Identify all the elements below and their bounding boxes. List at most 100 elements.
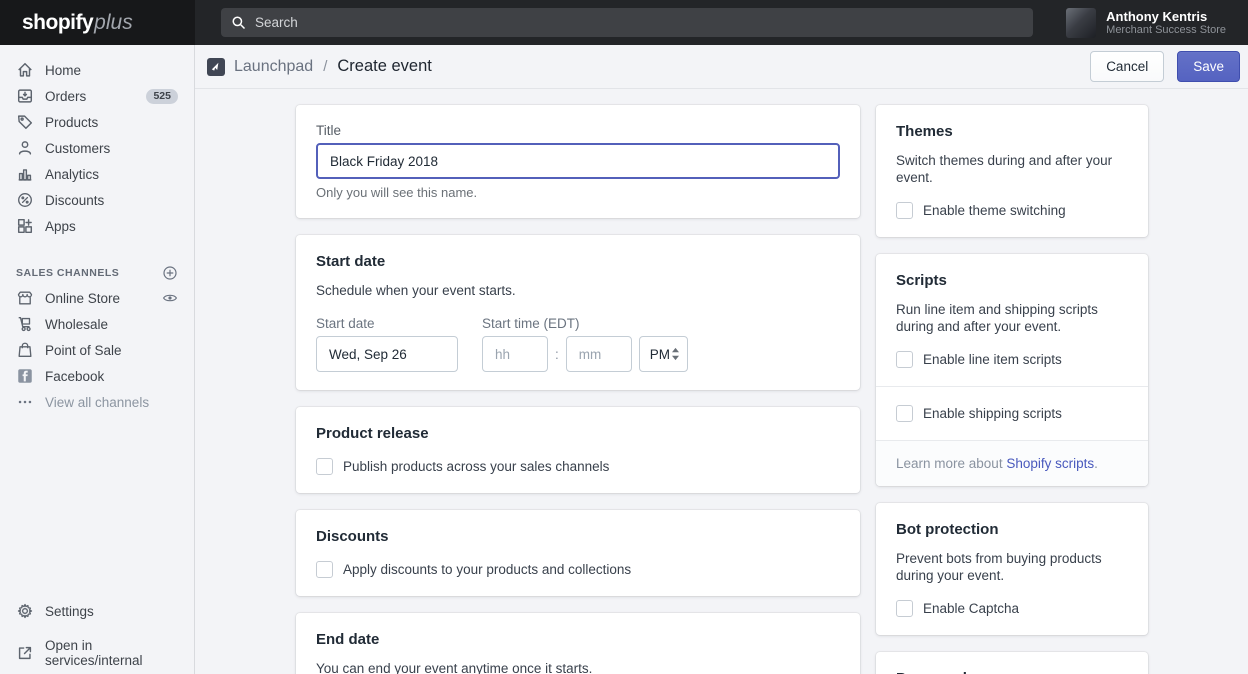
content-area: Title Only you will see this name. Start… [195, 89, 1248, 674]
sidebar-item-online-store[interactable]: Online Store [0, 285, 194, 311]
checkbox[interactable] [316, 458, 333, 475]
checkbox-label: Enable Captcha [923, 601, 1019, 616]
card-title: Start date [316, 253, 840, 270]
product-release-card: Product release Publish products across … [296, 407, 860, 493]
sidebar-item-orders[interactable]: Orders 525 [0, 83, 194, 109]
gear-icon [16, 602, 34, 620]
title-help-text: Only you will see this name. [316, 185, 840, 200]
breadcrumb-launchpad[interactable]: Launchpad [234, 58, 313, 76]
sidebar-item-label: Point of Sale [45, 343, 122, 358]
title-card: Title Only you will see this name. [296, 105, 860, 218]
sidebar-item-label: Customers [45, 141, 110, 156]
themes-card: Themes Switch themes during and after yo… [876, 105, 1148, 237]
enable-shipping-scripts-checkbox-row[interactable]: Enable shipping scripts [896, 405, 1128, 422]
logo-shopify: shopify [22, 11, 93, 35]
logo-plus: plus [94, 11, 133, 35]
customers-icon [16, 139, 34, 157]
sidebar-item-settings[interactable]: Settings [0, 598, 194, 624]
wholesale-icon [16, 315, 34, 333]
sidebar-item-customers[interactable]: Customers [0, 135, 194, 161]
card-title: Scripts [896, 272, 1128, 289]
save-button[interactable]: Save [1177, 51, 1240, 82]
sidebar-item-label: Facebook [45, 369, 104, 384]
card-title: End date [316, 631, 840, 648]
top-bar: shopify plus Anthony Kentris Merchant Su… [0, 0, 1248, 45]
checkbox[interactable] [896, 405, 913, 422]
minute-input[interactable] [566, 336, 632, 372]
start-time-field-label: Start time (EDT) [482, 316, 688, 331]
checkbox[interactable] [896, 351, 913, 368]
meridiem-select[interactable]: PM [639, 336, 688, 372]
card-title: Bot protection [896, 521, 1128, 538]
sidebar-item-label: Apps [45, 219, 76, 234]
breadcrumb-separator: / [323, 58, 327, 75]
checkbox[interactable] [316, 561, 333, 578]
publish-products-checkbox-row[interactable]: Publish products across your sales chann… [316, 458, 840, 475]
analytics-icon [16, 165, 34, 183]
circle-plus-icon[interactable] [162, 265, 178, 281]
sidebar-item-wholesale[interactable]: Wholesale [0, 311, 194, 337]
checkbox-label: Enable line item scripts [923, 352, 1062, 367]
card-description: Run line item and shipping scripts durin… [896, 301, 1128, 335]
start-date-card: Start date Schedule when your event star… [296, 235, 860, 390]
sidebar-item-point-of-sale[interactable]: Point of Sale [0, 337, 194, 363]
apply-discounts-checkbox-row[interactable]: Apply discounts to your products and col… [316, 561, 840, 578]
checkbox-label: Publish products across your sales chann… [343, 459, 609, 474]
hour-input[interactable] [482, 336, 548, 372]
sidebar-item-label: Analytics [45, 167, 99, 182]
sidebar-item-view-all-channels[interactable]: View all channels [0, 389, 194, 415]
scripts-card: Scripts Run line item and shipping scrip… [876, 254, 1148, 486]
sidebar-item-label: Discounts [45, 193, 104, 208]
checkbox-label: Enable theme switching [923, 203, 1066, 218]
event-title-input[interactable] [316, 143, 840, 179]
enable-theme-switching-checkbox-row[interactable]: Enable theme switching [896, 202, 1128, 219]
sidebar-item-analytics[interactable]: Analytics [0, 161, 194, 187]
search-bar[interactable] [221, 8, 1033, 37]
sidebar-item-open-in-services[interactable]: Open in services/internal [0, 640, 194, 666]
page-title: Create event [337, 57, 431, 76]
sidebar-item-label: Settings [45, 604, 94, 619]
time-separator: : [555, 347, 559, 362]
discounts-card: Discounts Apply discounts to your produc… [296, 510, 860, 596]
checkbox-label: Enable shipping scripts [923, 406, 1062, 421]
sidebar-item-discounts[interactable]: Discounts [0, 187, 194, 213]
shopify-plus-logo: shopify plus [0, 0, 195, 45]
sidebar-item-apps[interactable]: Apps [0, 213, 194, 239]
select-stepper-icon [671, 347, 680, 361]
end-date-card: End date You can end your event anytime … [296, 613, 860, 674]
discount-icon [16, 191, 34, 209]
apps-icon [16, 217, 34, 235]
shopify-scripts-link[interactable]: Shopify scripts [1006, 456, 1094, 471]
start-date-input[interactable] [316, 336, 458, 372]
sidebar-item-label: Wholesale [45, 317, 108, 332]
eye-icon[interactable] [162, 290, 178, 306]
card-description: Switch themes during and after your even… [896, 152, 1128, 186]
ellipsis-icon [16, 393, 34, 411]
user-store: Merchant Success Store [1106, 24, 1226, 37]
sidebar-item-home[interactable]: Home [0, 57, 194, 83]
title-field-label: Title [316, 123, 840, 138]
search-input[interactable] [255, 15, 1023, 30]
launchpad-app-icon [207, 58, 225, 76]
sidebar-item-facebook[interactable]: Facebook [0, 363, 194, 389]
sales-channels-header: SALES CHANNELS [0, 261, 194, 285]
enable-captcha-checkbox-row[interactable]: Enable Captcha [896, 600, 1128, 617]
online-store-icon [16, 289, 34, 307]
card-title: Themes [896, 123, 1128, 140]
sidebar-item-label: Home [45, 63, 81, 78]
checkbox-label: Apply discounts to your products and col… [343, 562, 631, 577]
cancel-button[interactable]: Cancel [1090, 51, 1164, 82]
page-header: Launchpad / Create event Cancel Save [195, 45, 1248, 89]
checkbox[interactable] [896, 202, 913, 219]
facebook-icon [16, 367, 34, 385]
checkbox[interactable] [896, 600, 913, 617]
home-icon [16, 61, 34, 79]
scripts-card-footer: Learn more about Shopify scripts. [876, 440, 1148, 486]
user-menu[interactable]: Anthony Kentris Merchant Success Store [1066, 0, 1248, 45]
bot-protection-card: Bot protection Prevent bots from buying … [876, 503, 1148, 635]
sidebar-item-products[interactable]: Products [0, 109, 194, 135]
pos-bag-icon [16, 341, 34, 359]
enable-line-item-scripts-checkbox-row[interactable]: Enable line item scripts [896, 351, 1128, 368]
external-link-icon [16, 644, 34, 662]
orders-icon [16, 87, 34, 105]
